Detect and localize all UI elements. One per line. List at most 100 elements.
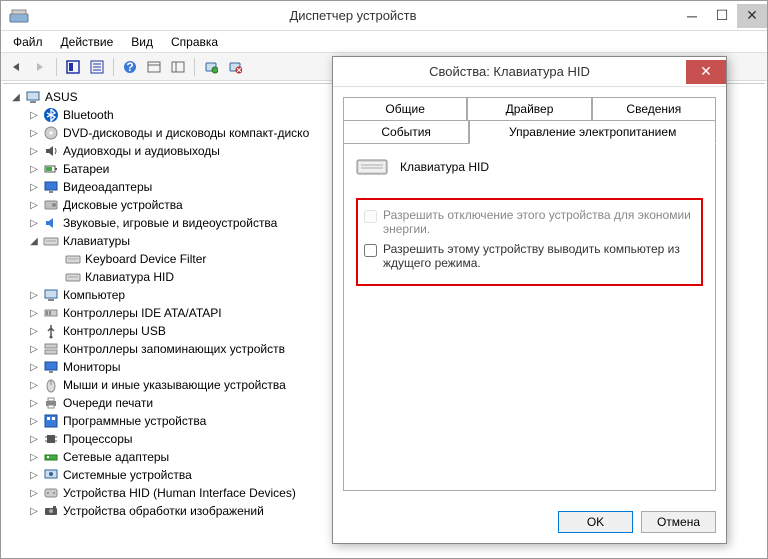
tree-item-label: Мыши и иные указывающие устройства xyxy=(63,378,286,392)
menu-help[interactable]: Справка xyxy=(163,33,226,51)
expander-icon[interactable]: ▷ xyxy=(27,162,41,176)
minimize-button[interactable]: ─ xyxy=(677,4,707,28)
help-button[interactable]: ? xyxy=(119,56,141,78)
tab-content: Клавиатура HID Разрешить отключение этог… xyxy=(343,143,716,491)
keyboard-icon xyxy=(65,251,81,267)
scan-hardware-button[interactable] xyxy=(200,56,222,78)
expander-icon[interactable]: ▷ xyxy=(27,126,41,140)
expander-icon[interactable]: ▷ xyxy=(27,216,41,230)
maximize-button[interactable]: ☐ xyxy=(707,4,737,28)
tab-events[interactable]: События xyxy=(343,120,469,144)
expander-icon[interactable]: ▷ xyxy=(27,468,41,482)
tab-power-management[interactable]: Управление электропитанием xyxy=(469,120,716,144)
hid-icon xyxy=(43,485,59,501)
dialog-body: Общие Драйвер Сведения События Управлени… xyxy=(333,87,726,501)
dialog-buttons: OK Отмена xyxy=(333,501,726,543)
dialog-title: Свойства: Клавиатура HID xyxy=(333,64,686,79)
dialog-tabs: Общие Драйвер Сведения События Управлени… xyxy=(343,97,716,143)
allow-wake-checkbox[interactable] xyxy=(364,244,377,257)
ide-icon xyxy=(43,305,59,321)
keyboard-icon xyxy=(43,233,59,249)
expander-icon[interactable]: ▷ xyxy=(27,306,41,320)
menu-view[interactable]: Вид xyxy=(123,33,161,51)
allow-power-off-checkbox[interactable] xyxy=(364,210,377,223)
tree-item-label: Компьютер xyxy=(63,288,125,302)
expander-icon[interactable]: ▷ xyxy=(27,180,41,194)
disk-icon xyxy=(43,197,59,213)
title-bar: Диспетчер устройств ─ ☐ ✕ xyxy=(1,1,767,31)
computer-icon xyxy=(25,89,41,105)
sound-icon xyxy=(43,215,59,231)
expander-icon[interactable]: ▷ xyxy=(27,324,41,338)
tree-item-label: Процессоры xyxy=(63,432,133,446)
tree-item-label: Очереди печати xyxy=(63,396,153,410)
usb-icon xyxy=(43,323,59,339)
tab-general[interactable]: Общие xyxy=(343,97,467,121)
printer-icon xyxy=(43,395,59,411)
expander-icon[interactable]: ▷ xyxy=(27,396,41,410)
display-icon xyxy=(43,179,59,195)
dvd-icon xyxy=(43,125,59,141)
tree-item-label: Клавиатура HID xyxy=(85,270,174,284)
computer-icon xyxy=(43,287,59,303)
menu-bar: Файл Действие Вид Справка xyxy=(1,31,767,53)
tree-item-label: Видеоадаптеры xyxy=(63,180,152,194)
window-controls: ─ ☐ ✕ xyxy=(677,4,767,28)
back-button[interactable] xyxy=(5,56,27,78)
forward-button[interactable] xyxy=(29,56,51,78)
network-icon xyxy=(43,449,59,465)
expander-icon[interactable]: ▷ xyxy=(27,432,41,446)
expander-icon[interactable]: ▷ xyxy=(27,378,41,392)
system-icon xyxy=(43,467,59,483)
tree-item-label: Устройства HID (Human Interface Devices) xyxy=(63,486,296,500)
storage-icon xyxy=(43,341,59,357)
tree-item-label: Программные устройства xyxy=(63,414,206,428)
checkbox-row-allow-wake: Разрешить этому устройству выводить комп… xyxy=(364,242,695,270)
details-button[interactable] xyxy=(167,56,189,78)
window-title: Диспетчер устройств xyxy=(29,8,677,23)
tab-details[interactable]: Сведения xyxy=(592,97,716,121)
device-header: Клавиатура HID xyxy=(356,156,703,178)
menu-action[interactable]: Действие xyxy=(53,33,122,51)
tree-item-label: Батареи xyxy=(63,162,109,176)
expander-icon[interactable]: ▷ xyxy=(27,450,41,464)
tree-item-label: Контроллеры USB xyxy=(63,324,166,338)
separator xyxy=(194,58,195,76)
properties-dialog: Свойства: Клавиатура HID ✕ Общие Драйвер… xyxy=(332,56,727,544)
battery-icon xyxy=(43,161,59,177)
expander-icon[interactable]: ◢ xyxy=(9,90,23,104)
uninstall-button[interactable] xyxy=(224,56,246,78)
cancel-button[interactable]: Отмена xyxy=(641,511,716,533)
audio-icon xyxy=(43,143,59,159)
imaging-icon xyxy=(43,503,59,519)
dialog-close-button[interactable]: ✕ xyxy=(686,60,726,84)
tree-item-label: Аудиовходы и аудиовыходы xyxy=(63,144,220,158)
tree-item-label: Keyboard Device Filter xyxy=(85,252,206,266)
menu-file[interactable]: Файл xyxy=(5,33,51,51)
expander-icon[interactable]: ▷ xyxy=(27,342,41,356)
tree-item-label: Устройства обработки изображений xyxy=(63,504,264,518)
expander-icon[interactable]: ▷ xyxy=(27,414,41,428)
expander-icon[interactable]: ▷ xyxy=(27,108,41,122)
allow-power-off-label: Разрешить отключение этого устройства дл… xyxy=(383,208,695,236)
tab-driver[interactable]: Драйвер xyxy=(467,97,591,121)
separator xyxy=(56,58,57,76)
software-icon xyxy=(43,413,59,429)
app-icon xyxy=(9,8,29,24)
tree-item-label: Клавиатуры xyxy=(63,234,130,248)
properties-button[interactable] xyxy=(86,56,108,78)
show-hide-tree-button[interactable] xyxy=(62,56,84,78)
expander-icon[interactable]: ▷ xyxy=(27,288,41,302)
list-button[interactable] xyxy=(143,56,165,78)
expander-icon[interactable]: ▷ xyxy=(27,360,41,374)
ok-button[interactable]: OK xyxy=(558,511,633,533)
expander-icon[interactable]: ▷ xyxy=(27,486,41,500)
close-button[interactable]: ✕ xyxy=(737,4,767,28)
expander-icon[interactable]: ◢ xyxy=(27,234,41,248)
expander-icon[interactable]: ▷ xyxy=(27,504,41,518)
separator xyxy=(113,58,114,76)
expander-icon[interactable]: ▷ xyxy=(27,144,41,158)
tree-item-label: Сетевые адаптеры xyxy=(63,450,169,464)
tree-item-label: Контроллеры запоминающих устройств xyxy=(63,342,285,356)
expander-icon[interactable]: ▷ xyxy=(27,198,41,212)
